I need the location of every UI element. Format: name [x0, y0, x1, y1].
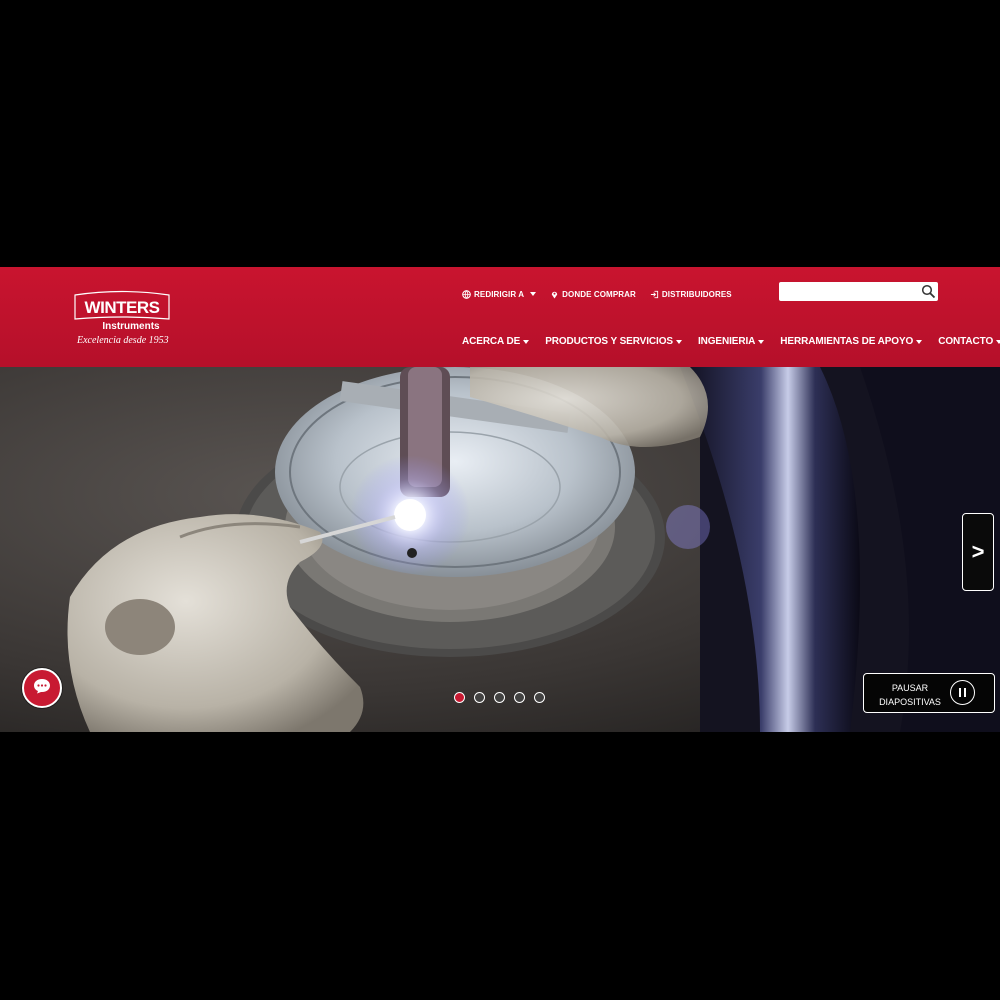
- slide-indicators: [454, 692, 545, 703]
- location-pin-icon: [550, 290, 559, 299]
- main-nav: ACERCA DE PRODUCTOS Y SERVICIOS INGENIER…: [462, 336, 1000, 347]
- distributors-label: DISTRIBUIDORES: [661, 289, 732, 299]
- hero-welding-image: [0, 367, 1000, 732]
- login-icon: [650, 290, 659, 299]
- search-icon[interactable]: [921, 284, 936, 299]
- redirect-label: REDIRIGIR A: [474, 289, 525, 299]
- slide-dot-4[interactable]: [514, 692, 525, 703]
- nav-label: HERRAMIENTAS DE APOYO: [780, 336, 914, 347]
- pause-icon: [950, 680, 975, 705]
- nav-label: ACERCA DE: [462, 336, 521, 347]
- chevron-down-icon: [758, 339, 765, 344]
- search-box: [779, 282, 938, 301]
- hero-slideshow: > PAUSAR DIAPOSITIVAS: [0, 367, 1000, 732]
- nav-productos-y-servicios[interactable]: PRODUCTOS Y SERVICIOS: [545, 336, 682, 347]
- slide-dot-2[interactable]: [474, 692, 485, 703]
- logo-wordmark: WINTERS: [85, 298, 160, 317]
- nav-contacto[interactable]: CONTACTO: [938, 336, 1000, 347]
- chevron-down-icon: [916, 339, 923, 344]
- chevron-down-icon: [530, 292, 537, 296]
- nav-acerca-de[interactable]: ACERCA DE: [462, 336, 530, 347]
- website-viewport: WINTERS Instruments Excelencia desde 195…: [0, 267, 1000, 732]
- chat-button[interactable]: [22, 668, 62, 708]
- search-input[interactable]: [779, 282, 919, 301]
- next-slide-button[interactable]: >: [962, 513, 994, 591]
- slide-dot-3[interactable]: [494, 692, 505, 703]
- chevron-down-icon: [996, 339, 1000, 344]
- utility-nav: REDIRIGIR A DONDE COMPRAR DISTRIBUIDORES: [462, 287, 732, 301]
- chevron-down-icon: [675, 339, 682, 344]
- nav-label: CONTACTO: [938, 336, 994, 347]
- nav-label: INGENIERIA: [697, 336, 756, 347]
- where-to-buy-link[interactable]: DONDE COMPRAR: [550, 287, 636, 301]
- tagline: Excelencia desde 1953: [77, 335, 169, 346]
- pause-label: PAUSAR DIAPOSITIVAS: [872, 681, 948, 709]
- globe-icon: [462, 289, 471, 299]
- distributors-link[interactable]: DISTRIBUIDORES: [650, 287, 732, 301]
- pause-label-line1: PAUSAR: [891, 683, 929, 693]
- slide-dot-5[interactable]: [534, 692, 545, 703]
- site-header: WINTERS Instruments Excelencia desde 195…: [0, 267, 1000, 367]
- redirect-link[interactable]: REDIRIGIR A: [462, 287, 537, 301]
- chat-icon: [33, 678, 51, 699]
- pause-label-line2: DIAPOSITIVAS: [879, 697, 941, 707]
- nav-label: PRODUCTOS Y SERVICIOS: [545, 336, 673, 347]
- logo-subtext: Instruments: [102, 321, 160, 332]
- where-to-buy-label: DONDE COMPRAR: [562, 289, 636, 299]
- nav-ingenieria[interactable]: INGENIERIA: [697, 336, 765, 347]
- chevron-down-icon: [523, 339, 530, 344]
- pause-slideshow-button[interactable]: PAUSAR DIAPOSITIVAS: [863, 673, 995, 713]
- slide-dot-1[interactable]: [454, 692, 465, 703]
- nav-herramientas-de-apoyo[interactable]: HERRAMIENTAS DE APOYO: [780, 336, 923, 347]
